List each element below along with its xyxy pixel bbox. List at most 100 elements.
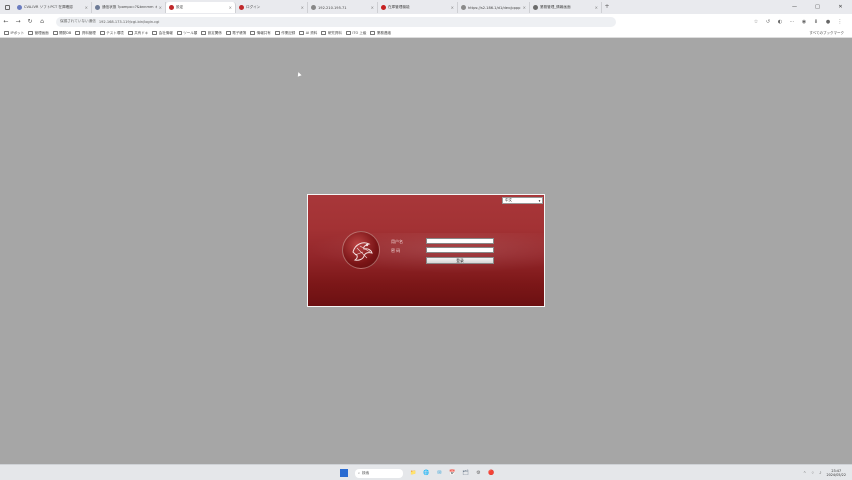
taskbar-search[interactable]: ⌕ 検索 (355, 468, 403, 478)
bookmark-label: 設定関係 (207, 30, 222, 35)
folder-icon (225, 31, 231, 35)
tab-favicon-icon (95, 5, 100, 10)
browser-tab[interactable]: 業務管理_情報画面 × (530, 2, 602, 13)
bookmark-item[interactable]: 開発DB (52, 31, 71, 36)
bookmark-item[interactable]: ツール類 (176, 30, 198, 36)
bookmark-item[interactable]: 作業記録 (274, 31, 295, 36)
tab-title: 設定 (176, 5, 184, 9)
home-button[interactable]: ⌂ (36, 18, 48, 25)
tab-favicon-icon (461, 5, 466, 10)
taskbar-app-icon[interactable]: ⚙ (474, 469, 483, 478)
extension-icon[interactable]: ⋯ (786, 19, 798, 25)
close-tab-icon[interactable]: × (229, 5, 232, 10)
extension-icon[interactable]: ↺ (762, 19, 774, 25)
extension-icon[interactable]: ⬇ (810, 19, 822, 25)
url-text[interactable]: 192.168.173.119/cgi-bin/login.cgi (99, 20, 160, 24)
tab-favicon-icon (17, 5, 22, 10)
folder-icon (4, 31, 9, 35)
close-tab-icon[interactable]: × (301, 5, 304, 10)
close-tab-icon[interactable]: × (159, 5, 162, 10)
password-label: 密 码 (391, 248, 401, 253)
new-tab-button[interactable]: + (602, 0, 612, 14)
extension-icon[interactable]: ⋮ (834, 19, 846, 25)
extension-icon[interactable]: ● (822, 19, 834, 25)
close-tab-icon[interactable]: × (523, 5, 526, 10)
extension-icon[interactable]: ☆ (750, 19, 762, 25)
bookmark-item[interactable]: 研究資料 (321, 31, 342, 36)
folder-icon (274, 31, 280, 35)
taskbar-app-icon[interactable]: 📁 (409, 469, 418, 478)
tab-actions-icon[interactable] (0, 0, 14, 14)
browser-tab[interactable]: 在庫管理機能 × (378, 2, 458, 13)
bookmark-item[interactable]: AI 資料 (299, 31, 317, 36)
bookmark-item[interactable]: 電子帳簿 (225, 31, 246, 36)
bookmark-label: 管理画面 (34, 30, 49, 35)
login-button[interactable]: 登录 (426, 257, 494, 264)
browser-tab[interactable]: 通信状態 ?pompo=?&bnnmm ＊ × (92, 2, 166, 13)
bookmark-item[interactable]: ITO 上級 (345, 31, 366, 36)
bookmark-label: 業務連絡 (376, 30, 391, 35)
bookmark-item[interactable]: 資料管理 (75, 31, 96, 36)
mouse-cursor-icon (296, 71, 302, 77)
browser-tab[interactable]: CVA-IVR ソフトPCT 在庫確認 × (14, 2, 92, 13)
taskbar-app-icon[interactable]: 🔴 (487, 469, 496, 478)
language-value: 中文 (505, 198, 512, 202)
tray-chevron-icon[interactable]: ^ (803, 471, 806, 475)
all-bookmarks-button[interactable]: すべてのブックマーク (809, 29, 844, 38)
tab-favicon-icon (169, 5, 174, 10)
security-warning[interactable]: 保護されていない通信 (60, 19, 96, 24)
tab-strip: CVA-IVR ソフトPCT 在庫確認 × 通信状態 ?pompo=?&bnnmm … (0, 0, 852, 14)
tab-title: ログイン (246, 5, 261, 9)
minimize-button[interactable]: — (783, 0, 806, 14)
folder-icon (201, 31, 207, 35)
bookmark-item[interactable]: 設定関係 (201, 31, 222, 36)
bookmark-item[interactable]: IPボット (4, 31, 24, 36)
bookmark-item[interactable]: 共有ドキ (127, 31, 148, 36)
password-input[interactable] (426, 247, 494, 253)
bookmark-label: ツール類 (183, 30, 198, 35)
language-select[interactable]: 中文 ▾ (502, 197, 543, 204)
network-icon[interactable]: ⌔ (811, 471, 814, 476)
eagle-emblem-logo (342, 231, 380, 269)
bookmark-item[interactable]: 管理画面 (28, 31, 49, 36)
taskbar-app-icon[interactable]: 📅 (448, 469, 457, 478)
extension-icon[interactable]: ◉ (798, 19, 810, 25)
close-window-button[interactable]: ✕ (829, 0, 852, 14)
tab-favicon-icon (381, 5, 386, 10)
close-tab-icon[interactable]: × (371, 5, 374, 10)
taskbar-app-icon[interactable]: 🗂 (461, 469, 470, 478)
bookmark-item[interactable]: 業務連絡 (370, 31, 391, 36)
volume-icon[interactable]: ♪ (819, 471, 821, 475)
folder-icon (28, 31, 34, 35)
folder-icon (99, 31, 105, 35)
eagle-emblem-graphic (352, 242, 373, 261)
browser-tab[interactable]: ログイン × (236, 2, 308, 13)
folder-icon (250, 31, 256, 35)
taskbar: ⌕ 検索 📁 🌐 ✉ 📅 🗂 ⚙ 🔴 ^ ⌔ ♪ 23:47 2024/05/22 (0, 464, 852, 480)
maximize-button[interactable]: □ (806, 0, 829, 14)
close-tab-icon[interactable]: × (85, 5, 88, 10)
address-bar[interactable]: 保護されていない通信 192.168.173.119/cgi-bin/login… (56, 16, 616, 27)
bookmark-item[interactable]: 情報共有 (250, 31, 271, 36)
browser-tab[interactable]: 192.210.195.71 × (308, 2, 378, 13)
tab-title: 在庫管理機能 (388, 5, 410, 9)
bookmark-label: AI 資料 (305, 30, 318, 35)
taskbar-app-icon[interactable]: 🌐 (422, 469, 431, 478)
folder-icon (345, 31, 351, 35)
reload-button[interactable]: ↻ (24, 18, 36, 25)
clock[interactable]: 23:47 2024/05/22 (826, 469, 846, 477)
forward-button[interactable]: → (12, 18, 24, 25)
username-input[interactable] (426, 238, 494, 244)
back-button[interactable]: ← (0, 18, 12, 25)
extension-icon[interactable]: ◐ (774, 19, 786, 25)
close-tab-icon[interactable]: × (595, 5, 598, 10)
bookmark-item[interactable]: 会社情報 (152, 31, 173, 36)
extension-icons: ☆ ↺ ◐ ⋯ ◉ ⬇ ● ⋮ (750, 19, 852, 25)
bookmark-item[interactable]: テスト環境 (99, 31, 124, 36)
browser-tab[interactable]: https://s2.186.1/d1/dev/pppp × (458, 2, 530, 13)
start-button[interactable] (340, 469, 348, 477)
close-tab-icon[interactable]: × (451, 5, 454, 10)
tab-title: CVA-IVR ソフトPCT 在庫確認 (24, 5, 73, 9)
browser-tab[interactable]: 設定 × (166, 2, 236, 13)
taskbar-app-icon[interactable]: ✉ (435, 469, 444, 478)
